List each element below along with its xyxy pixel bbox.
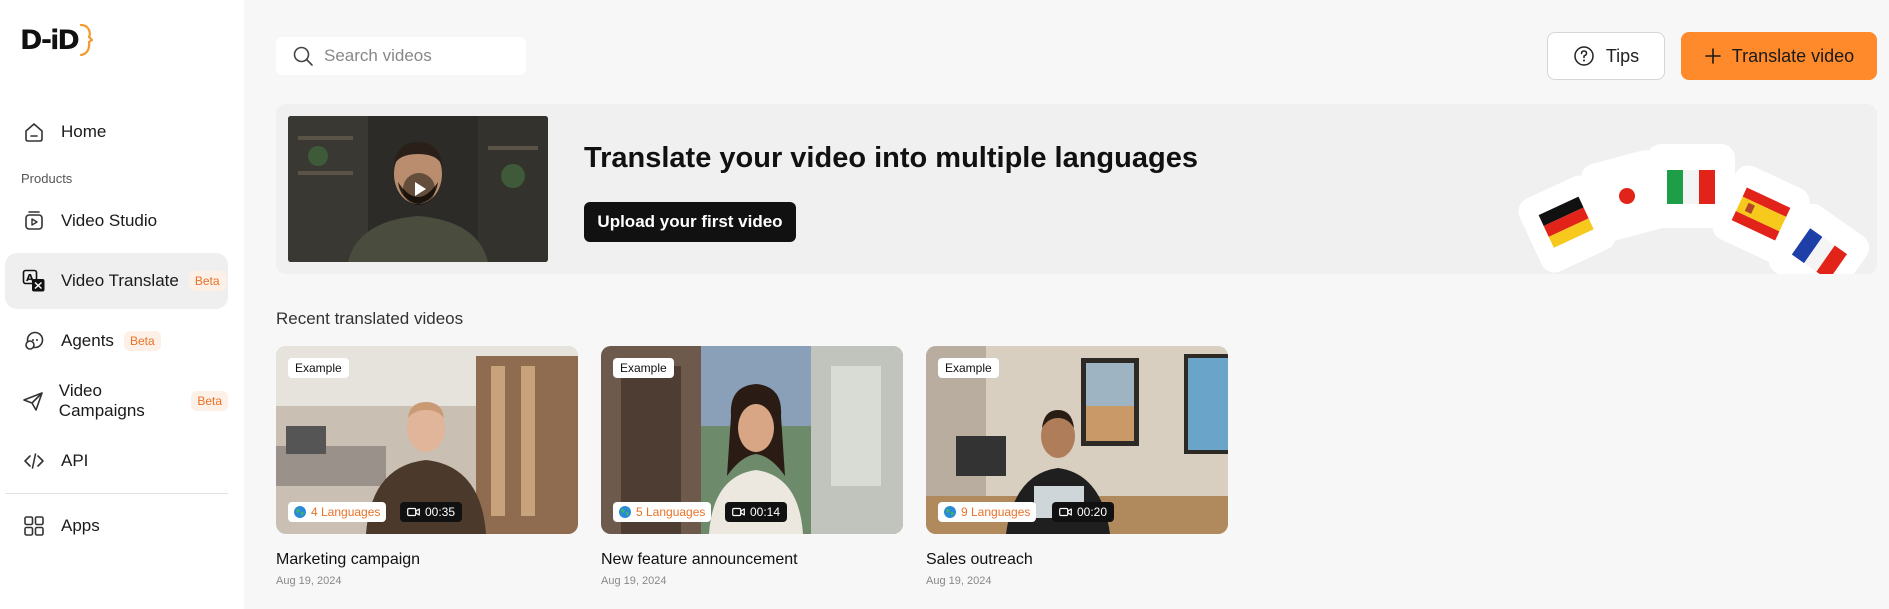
help-circle-icon xyxy=(1574,46,1594,66)
sidebar-item-home[interactable]: Home xyxy=(5,104,228,160)
agents-icon xyxy=(21,328,47,354)
logo-face-icon xyxy=(79,23,93,57)
sidebar-item-video-translate[interactable]: A Video Translate Beta xyxy=(5,253,228,309)
upload-first-video-button[interactable]: Upload your first video xyxy=(584,202,796,242)
banner-title: Translate your video into multiple langu… xyxy=(584,142,1198,174)
duration-badge: 00:14 xyxy=(725,502,788,522)
video-date: Aug 19, 2024 xyxy=(601,575,667,587)
example-badge: Example xyxy=(613,358,674,378)
video-camera-icon xyxy=(407,507,420,517)
d-id-logo[interactable]: D-iD xyxy=(20,22,93,58)
translate-video-label: Translate video xyxy=(1731,45,1855,66)
search-box[interactable] xyxy=(276,37,526,75)
products-section-label: Products xyxy=(21,171,73,186)
recent-videos-heading: Recent translated videos xyxy=(276,309,464,328)
languages-count: 5 Languages xyxy=(636,505,706,519)
example-badge: Example xyxy=(288,358,349,378)
languages-count: 4 Languages xyxy=(311,505,381,519)
example-badge: Example xyxy=(938,358,999,378)
translate-video-button[interactable]: Translate video xyxy=(1681,32,1877,80)
tips-button[interactable]: Tips xyxy=(1547,32,1665,80)
duration-value: 00:20 xyxy=(1077,505,1108,519)
video-date: Aug 19, 2024 xyxy=(276,575,342,587)
video-thumbnail[interactable]: Example 9 Languages 00:20 xyxy=(926,346,1228,534)
video-thumbnail[interactable]: Example 5 Languages 00:14 xyxy=(601,346,903,534)
search-icon xyxy=(293,46,313,66)
languages-badge: 9 Languages xyxy=(938,502,1037,522)
beta-badge: Beta xyxy=(188,271,226,291)
tips-label: Tips xyxy=(1605,45,1640,66)
video-studio-icon xyxy=(21,208,47,234)
sidebar-item-video-studio[interactable]: Video Studio xyxy=(5,193,228,249)
logo-text: D-iD xyxy=(20,24,80,56)
video-camera-icon xyxy=(732,507,745,517)
banner-video-thumbnail[interactable] xyxy=(288,116,548,262)
sidebar-item-label: API xyxy=(61,451,89,470)
search-input[interactable] xyxy=(324,46,514,66)
video-card[interactable]: Example 9 Languages 00:20 Sales outreach… xyxy=(926,346,1228,587)
plus-icon xyxy=(1704,48,1721,64)
sidebar-divider xyxy=(5,493,228,494)
duration-badge: 00:35 xyxy=(400,502,463,522)
language-flags-decoration xyxy=(1518,144,1870,274)
beta-badge: Beta xyxy=(123,331,161,351)
translate-icon: A xyxy=(21,268,47,294)
sidebar-item-apps[interactable]: Apps xyxy=(5,498,228,554)
sidebar-item-label: Apps xyxy=(61,516,100,535)
sidebar-item-label: Video Campaigns xyxy=(58,381,145,420)
video-date: Aug 19, 2024 xyxy=(926,575,992,587)
apps-icon xyxy=(21,513,47,539)
sidebar-item-label: Video Studio xyxy=(61,211,158,230)
duration-value: 00:35 xyxy=(425,505,456,519)
sidebar-item-api[interactable]: API xyxy=(5,433,228,489)
sidebar-item-video-campaigns[interactable]: Video Campaigns Beta xyxy=(5,373,228,429)
beta-badge: Beta xyxy=(191,391,228,411)
video-title[interactable]: Marketing campaign xyxy=(276,551,578,569)
duration-value: 00:14 xyxy=(750,505,781,519)
sidebar-item-label: Home xyxy=(61,122,107,141)
send-icon xyxy=(21,388,45,414)
video-card[interactable]: Example 4 Languages 00:35 Marketing camp… xyxy=(276,346,578,587)
video-title[interactable]: Sales outreach xyxy=(926,551,1228,569)
play-icon[interactable] xyxy=(403,173,435,205)
globe-icon xyxy=(294,506,306,518)
duration-badge: 00:20 xyxy=(1052,502,1115,522)
home-icon xyxy=(21,119,47,145)
sidebar-item-label: Agents xyxy=(61,331,114,350)
sidebar-item-label: Video Translate xyxy=(61,271,179,290)
languages-badge: 5 Languages xyxy=(613,502,712,522)
languages-count: 9 Languages xyxy=(961,505,1031,519)
hero-banner: Translate your video into multiple langu… xyxy=(276,104,1877,274)
video-camera-icon xyxy=(1059,507,1072,517)
globe-icon xyxy=(619,506,631,518)
globe-icon xyxy=(944,506,956,518)
video-card[interactable]: Example 5 Languages 00:14 New feature an… xyxy=(601,346,903,587)
video-title[interactable]: New feature announcement xyxy=(601,551,903,569)
video-thumbnail[interactable]: Example 4 Languages 00:35 xyxy=(276,346,578,534)
code-icon xyxy=(21,448,47,474)
languages-badge: 4 Languages xyxy=(288,502,387,522)
sidebar: D-iD Home Products Video Studio A Video … xyxy=(0,0,244,609)
sidebar-item-agents[interactable]: Agents Beta xyxy=(5,313,228,369)
